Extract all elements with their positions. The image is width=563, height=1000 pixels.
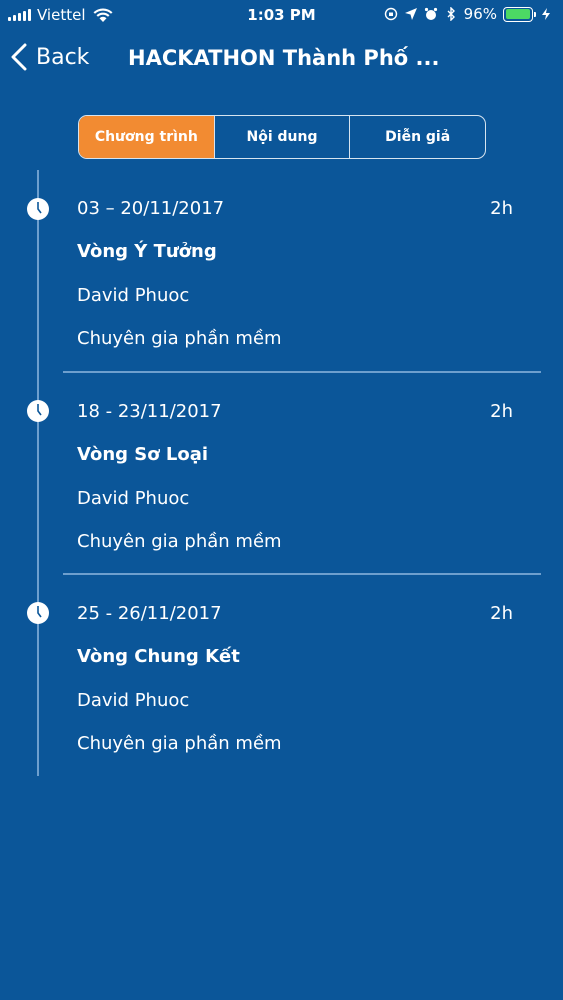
location-icon xyxy=(404,8,417,20)
back-button[interactable]: Back xyxy=(10,40,89,74)
event-role: Chuyên gia phần mềm xyxy=(77,733,282,754)
event-title: Vòng Ý Tưởng xyxy=(77,241,217,262)
schedule-screen: Viettel 1:03 PM 96% Back HACKATHON Thành… xyxy=(0,0,563,1000)
bluetooth-icon xyxy=(447,7,455,21)
event-role: Chuyên gia phần mềm xyxy=(77,328,282,349)
clock-icon xyxy=(27,400,49,422)
event-title: Vòng Chung Kết xyxy=(77,646,240,667)
status-right: 96% xyxy=(384,5,553,23)
event-date: 25 - 26/11/2017 xyxy=(77,603,222,624)
alarm-icon xyxy=(424,7,437,20)
clock-icon xyxy=(27,198,49,220)
event-speaker: David Phuoc xyxy=(77,690,190,711)
event-duration: 2h xyxy=(490,603,513,624)
orientation-lock-icon xyxy=(384,7,397,21)
navigation-bar: Back HACKATHON Thành Phố ... xyxy=(0,30,563,90)
page-title: HACKATHON Thành Phố ... xyxy=(128,46,440,70)
event-date: 03 – 20/11/2017 xyxy=(77,198,225,219)
back-label: Back xyxy=(36,44,90,70)
event-date: 18 - 23/11/2017 xyxy=(77,401,222,422)
tab-content[interactable]: Nội dung xyxy=(215,116,351,158)
status-bar: Viettel 1:03 PM 96% xyxy=(0,0,563,30)
battery-percent: 96% xyxy=(463,5,497,23)
chevron-left-icon xyxy=(11,43,27,71)
event-speaker: David Phuoc xyxy=(77,488,190,509)
divider xyxy=(63,573,541,575)
timeline-event[interactable]: 25 - 26/11/2017 2h Vòng Chung Kết David … xyxy=(0,594,563,796)
event-duration: 2h xyxy=(490,198,513,219)
tab-program[interactable]: Chương trình xyxy=(79,116,215,158)
battery-icon xyxy=(503,6,536,22)
timeline-event[interactable]: 03 – 20/11/2017 2h Vòng Ý Tưởng David Ph… xyxy=(0,190,563,392)
event-title: Vòng Sơ Loại xyxy=(77,444,209,465)
event-speaker: David Phuoc xyxy=(77,285,190,306)
event-role: Chuyên gia phần mềm xyxy=(77,531,282,552)
battery-fill xyxy=(505,9,530,19)
timeline-event[interactable]: 18 - 23/11/2017 2h Vòng Sơ Loại David Ph… xyxy=(0,392,563,594)
charging-bolt-icon xyxy=(542,8,550,20)
tab-segmented-control: Chương trình Nội dung Diễn giả xyxy=(78,115,486,159)
clock-icon xyxy=(27,602,49,624)
divider xyxy=(63,371,541,373)
event-duration: 2h xyxy=(490,401,513,422)
tab-speakers[interactable]: Diễn giả xyxy=(350,116,485,158)
